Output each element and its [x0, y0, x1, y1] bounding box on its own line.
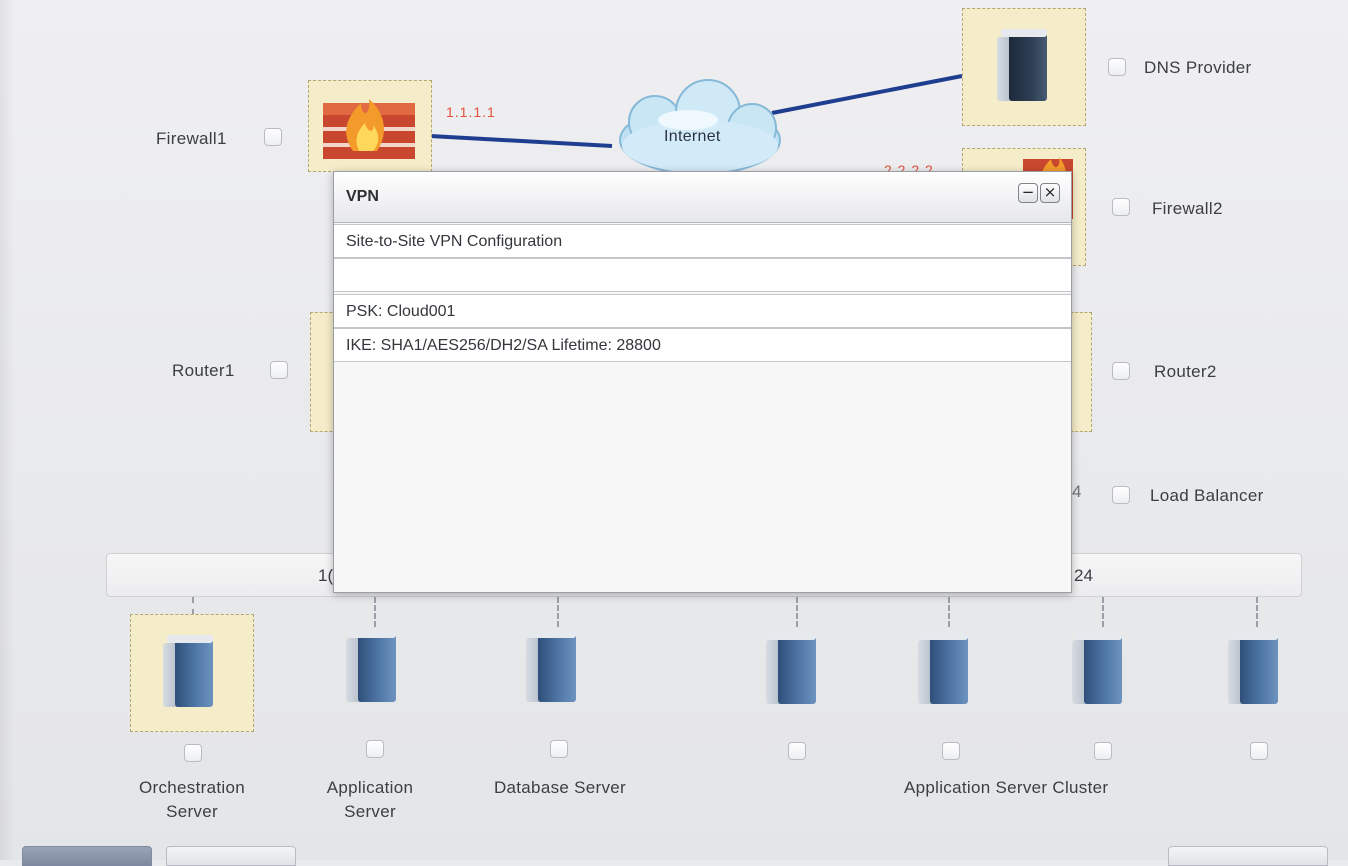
- vpn-window-title: VPN: [346, 188, 379, 205]
- application-server-label: Application Server: [326, 778, 414, 821]
- drop-line: [1256, 597, 1258, 627]
- cluster-server-1-checkbox[interactable]: [788, 742, 806, 760]
- vpn-psk-row: PSK: Cloud001: [334, 294, 1071, 328]
- cluster-server-2-checkbox[interactable]: [942, 742, 960, 760]
- vpn-config-heading-row: Site-to-Site VPN Configuration: [334, 224, 1071, 258]
- server-icon: [163, 635, 215, 709]
- orchestration-server-node[interactable]: [130, 614, 254, 732]
- firewall1-ip: 1.1.1.1: [446, 104, 496, 120]
- minimize-icon: −: [1021, 183, 1035, 201]
- firewall2-checkbox[interactable]: [1112, 198, 1130, 216]
- application-server-icon[interactable]: [346, 630, 398, 704]
- bottom-action-button-3[interactable]: [1168, 846, 1328, 866]
- vpn-window-titlebar[interactable]: VPN − ×: [334, 172, 1071, 223]
- router2-checkbox[interactable]: [1112, 362, 1130, 380]
- firewall1-label: Firewall1: [156, 129, 227, 148]
- bottom-action-button-2[interactable]: [166, 846, 296, 866]
- vpn-ike-row: IKE: SHA1/AES256/DH2/SA Lifetime: 28800: [334, 328, 1071, 362]
- firewall1-checkbox[interactable]: [264, 128, 282, 146]
- dns-provider-node[interactable]: [962, 8, 1086, 126]
- firewall1-node[interactable]: [308, 80, 432, 172]
- vpn-blank-row: [334, 258, 1071, 292]
- dns-provider-checkbox[interactable]: [1108, 58, 1126, 76]
- drop-line: [1102, 597, 1104, 627]
- cluster-server-3-checkbox[interactable]: [1094, 742, 1112, 760]
- load-balancer-checkbox[interactable]: [1112, 486, 1130, 504]
- database-server-icon[interactable]: [526, 630, 578, 704]
- cluster-server-4-checkbox[interactable]: [1250, 742, 1268, 760]
- orchestration-server-label: Orchestration Server: [139, 778, 245, 821]
- dns-provider-label: DNS Provider: [1144, 58, 1252, 77]
- drop-line: [374, 597, 376, 627]
- database-server-label: Database Server: [493, 778, 627, 797]
- database-server-checkbox[interactable]: [550, 740, 568, 758]
- application-server-checkbox[interactable]: [366, 740, 384, 758]
- cluster-server-4-icon[interactable]: [1228, 632, 1280, 706]
- subnet-right-fragment: 24: [1074, 566, 1093, 585]
- cluster-server-2-icon[interactable]: [918, 632, 970, 706]
- drop-line: [948, 597, 950, 627]
- firewall2-label: Firewall2: [1152, 199, 1223, 218]
- firewall-icon: [323, 99, 415, 159]
- subnet-left-fragment: 1(: [318, 566, 334, 585]
- drop-line: [796, 597, 798, 627]
- application-server-cluster-label: Application Server Cluster: [904, 778, 1109, 797]
- close-button[interactable]: ×: [1040, 183, 1060, 203]
- server-icon: [997, 29, 1049, 103]
- link-internet-dns: [771, 74, 963, 115]
- vpn-ike-text: IKE: SHA1/AES256/DH2/SA Lifetime: 28800: [346, 337, 661, 354]
- link-firewall1-internet: [411, 133, 613, 148]
- drop-line: [192, 597, 194, 615]
- orchestration-server-checkbox[interactable]: [184, 744, 202, 762]
- internet-label: Internet: [664, 128, 721, 145]
- vpn-config-heading: Site-to-Site VPN Configuration: [346, 233, 563, 250]
- vpn-psk-text: PSK: Cloud001: [346, 303, 456, 320]
- load-balancer-fragment: 4: [1072, 482, 1082, 501]
- network-diagram-canvas: Internet Firewall1 1.1.1.1 DNS Provider …: [0, 0, 1348, 866]
- router1-label: Router1: [172, 361, 235, 380]
- router1-checkbox[interactable]: [270, 361, 288, 379]
- internet-cloud-icon: [619, 79, 781, 175]
- bottom-action-button-1[interactable]: [22, 846, 152, 866]
- load-balancer-label: Load Balancer: [1150, 486, 1264, 505]
- close-icon: ×: [1043, 183, 1057, 201]
- drop-line: [557, 597, 559, 627]
- vpn-window: VPN − × Site-to-Site VPN Configuration P…: [333, 171, 1072, 593]
- router2-label: Router2: [1154, 362, 1217, 381]
- cluster-server-1-icon[interactable]: [766, 632, 818, 706]
- minimize-button[interactable]: −: [1018, 183, 1038, 203]
- cluster-server-3-icon[interactable]: [1072, 632, 1124, 706]
